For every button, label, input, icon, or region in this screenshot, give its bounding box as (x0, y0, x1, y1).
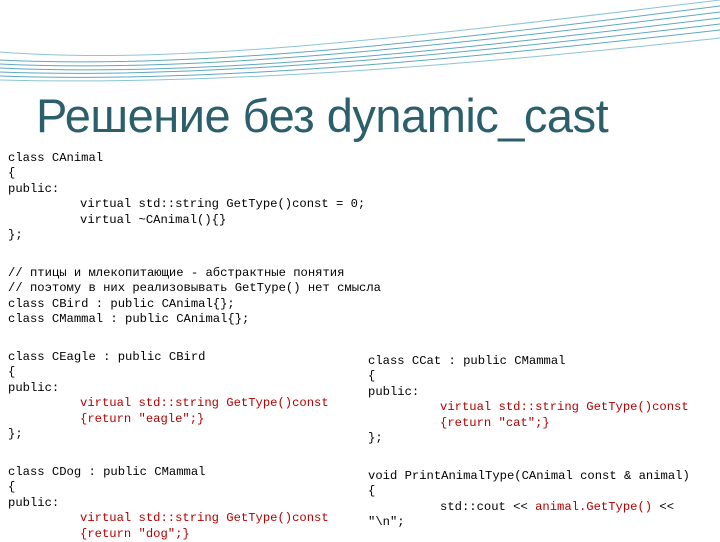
code-line: class CEagle : public CBird (8, 350, 206, 364)
code-line: virtual ~CAnimal(){} (80, 212, 227, 227)
code-block-ccat: class CCat : public CMammal{public: virtu… (368, 354, 689, 446)
code-line: class CAnimal (8, 151, 104, 165)
code-line: class CCat : public CMammal (368, 354, 566, 368)
decorative-wave-lines (0, 0, 720, 82)
code-line-highlighted: virtual std::string GetType()const (80, 396, 329, 411)
code-line-highlighted: {return "eagle";} (80, 411, 205, 426)
code-line: class CDog : public CMammal (8, 465, 206, 479)
code-comment: // поэтому в них реализовывать GetType()… (8, 281, 381, 296)
slide-title: Решение без dynamic_cast (36, 89, 609, 142)
code-line: void PrintAnimalType(CAnimal const & ani… (368, 469, 690, 483)
code-line: { (8, 166, 16, 181)
code-block-cdog: class CDog : public CMammal{public: virtu… (8, 465, 329, 542)
code-line: public: (8, 495, 60, 510)
code-line: { (368, 484, 376, 499)
code-token: std::cout << (440, 499, 536, 514)
code-line: public: (8, 181, 60, 196)
code-line: }; (8, 227, 23, 242)
code-line: class CMammal : public CAnimal{}; (8, 312, 250, 327)
code-line: class CBird : public CAnimal{}; (8, 296, 235, 311)
code-line-highlighted: virtual std::string GetType()const (80, 511, 329, 526)
code-token: << (652, 499, 675, 514)
code-block-print-animal-type: void PrintAnimalType(CAnimal const & ani… (368, 469, 690, 531)
code-comment: // птицы и млекопитающие - абстрактные п… (8, 266, 345, 280)
code-line: public: (8, 380, 60, 395)
code-token-highlighted: animal.GetType() (535, 499, 653, 514)
code-line: { (368, 369, 376, 384)
code-line-cout: std::cout << animal.GetType() << (368, 500, 690, 515)
code-line: virtual std::string GetType()const = 0; (80, 197, 366, 212)
code-line: public: (368, 384, 420, 399)
code-line: }; (8, 426, 23, 441)
code-block-comments: // птицы и млекопитающие - абстрактные п… (8, 266, 381, 328)
code-line: { (8, 480, 16, 495)
code-line: }; (368, 430, 383, 445)
code-block-canimal: class CAnimal{public:virtual std::string… (8, 151, 365, 243)
code-line: { (8, 365, 16, 380)
code-line: "\n"; (368, 515, 405, 530)
code-line-highlighted: virtual std::string GetType()const (440, 400, 689, 415)
code-line-highlighted: {return "cat";} (440, 415, 550, 430)
code-block-ceagle: class CEagle : public CBird{public: virtu… (8, 350, 329, 442)
